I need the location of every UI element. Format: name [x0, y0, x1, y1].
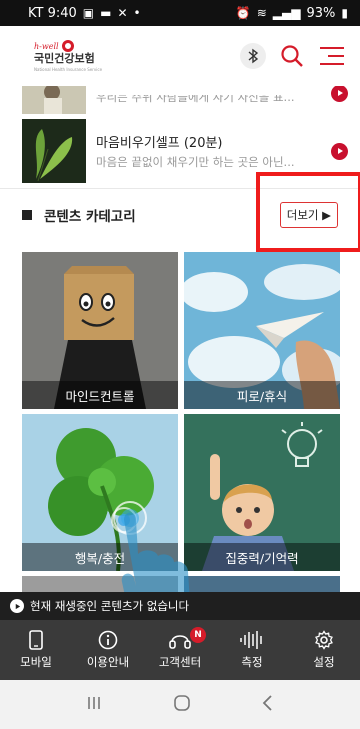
- list-item[interactable]: 우리는 주위 사람들에게 자기 자신을 표...: [0, 86, 360, 114]
- back-button[interactable]: [261, 694, 275, 716]
- item-title: 마음비우기셀프 (20분): [96, 136, 223, 151]
- category-label: 마인드컨트롤: [22, 381, 178, 409]
- status-time: KT 9:40: [28, 5, 77, 21]
- wifi-icon: ≋: [256, 6, 267, 20]
- content-thumbnail: [22, 86, 86, 114]
- battery-icon: ▮: [341, 6, 348, 20]
- logo-sub: National Health Insurance Service: [34, 67, 103, 72]
- nav-label: 모바일: [20, 655, 52, 669]
- now-playing-bar[interactable]: 현재 재생중인 콘텐츠가 없습니다: [0, 592, 360, 620]
- home-icon: [174, 694, 190, 711]
- content-thumbnail: [22, 119, 86, 183]
- logo-name: 국민건강보험: [34, 52, 95, 65]
- nav-label: 고객센터: [158, 655, 202, 669]
- play-button[interactable]: [331, 142, 348, 160]
- bluetooth-icon: [248, 48, 259, 64]
- category-card-partial[interactable]: [22, 576, 178, 592]
- bluetooth-button[interactable]: [240, 43, 266, 69]
- nav-label: 이용안내: [86, 655, 130, 669]
- menu-icon: [320, 47, 344, 65]
- search-icon: [281, 45, 303, 67]
- nav-customer-center[interactable]: N 고객센터: [144, 620, 216, 680]
- bottom-nav: 모바일 이용안내 N 고객센터 측정 설정: [0, 620, 360, 680]
- category-card-rest[interactable]: 피로/휴식: [184, 252, 340, 409]
- dot-icon: •: [133, 6, 141, 20]
- menu-button[interactable]: [318, 42, 346, 70]
- category-card-happiness[interactable]: 행복/충전: [22, 414, 178, 571]
- category-label: 행복/충전: [22, 543, 178, 571]
- category-label: 집중력/기억력: [184, 543, 340, 571]
- nav-settings[interactable]: 설정: [288, 620, 360, 680]
- category-card-partial[interactable]: [184, 576, 340, 592]
- back-icon: [262, 694, 272, 711]
- category-card-mind-control[interactable]: 마인드컨트롤: [22, 252, 178, 409]
- gear-icon: [314, 630, 334, 650]
- search-button[interactable]: [278, 42, 306, 70]
- nav-mobile[interactable]: 모바일: [0, 620, 72, 680]
- notification-icon: ▣: [82, 6, 95, 20]
- system-navigation-bar: [0, 680, 360, 729]
- message-icon: ▬: [100, 6, 112, 20]
- alarm-icon: ⏰: [235, 6, 251, 20]
- play-icon: [337, 90, 343, 96]
- waveform-icon: [239, 630, 265, 650]
- section-bullet-icon: [22, 210, 32, 220]
- recent-apps-icon: [88, 696, 100, 709]
- nav-measure[interactable]: 측정: [216, 620, 288, 680]
- section-title: 콘텐츠 카테고리: [44, 209, 136, 225]
- play-icon: [337, 148, 343, 154]
- now-playing-text: 현재 재생중인 콘텐츠가 없습니다: [30, 599, 190, 613]
- item-description: 마음은 끝없이 채우기만 하는 곳은 아닌...: [96, 155, 295, 169]
- info-icon: [98, 630, 118, 650]
- signal-icon: ▂▄▆: [272, 6, 301, 20]
- battery-text: 93%: [306, 5, 336, 21]
- category-label: 피로/휴식: [184, 381, 340, 409]
- status-bar: KT 9:40 ▣ ▬ ✕ • ⏰ ≋ ▂▄▆ 93% ▮: [0, 0, 360, 26]
- logo[interactable]: h-well 국민건강보험 National Health Insurance …: [34, 40, 102, 72]
- app-icon: ✕: [117, 6, 128, 20]
- nav-guide[interactable]: 이용안내: [72, 620, 144, 680]
- item-description: 우리는 주위 사람들에게 자기 자신을 표...: [96, 95, 295, 104]
- home-button[interactable]: [173, 694, 191, 716]
- recent-apps-button[interactable]: [85, 695, 103, 715]
- play-icon: [10, 599, 24, 613]
- play-button[interactable]: [331, 86, 348, 102]
- app-header: h-well 국민건강보험 National Health Insurance …: [0, 26, 360, 86]
- headset-icon: [169, 630, 191, 650]
- category-card-focus[interactable]: 집중력/기억력: [184, 414, 340, 571]
- new-badge: N: [190, 627, 206, 643]
- mobile-icon: [29, 630, 43, 650]
- nav-label: 설정: [313, 655, 335, 669]
- highlight-annotation: [256, 172, 360, 252]
- nav-label: 측정: [241, 655, 263, 669]
